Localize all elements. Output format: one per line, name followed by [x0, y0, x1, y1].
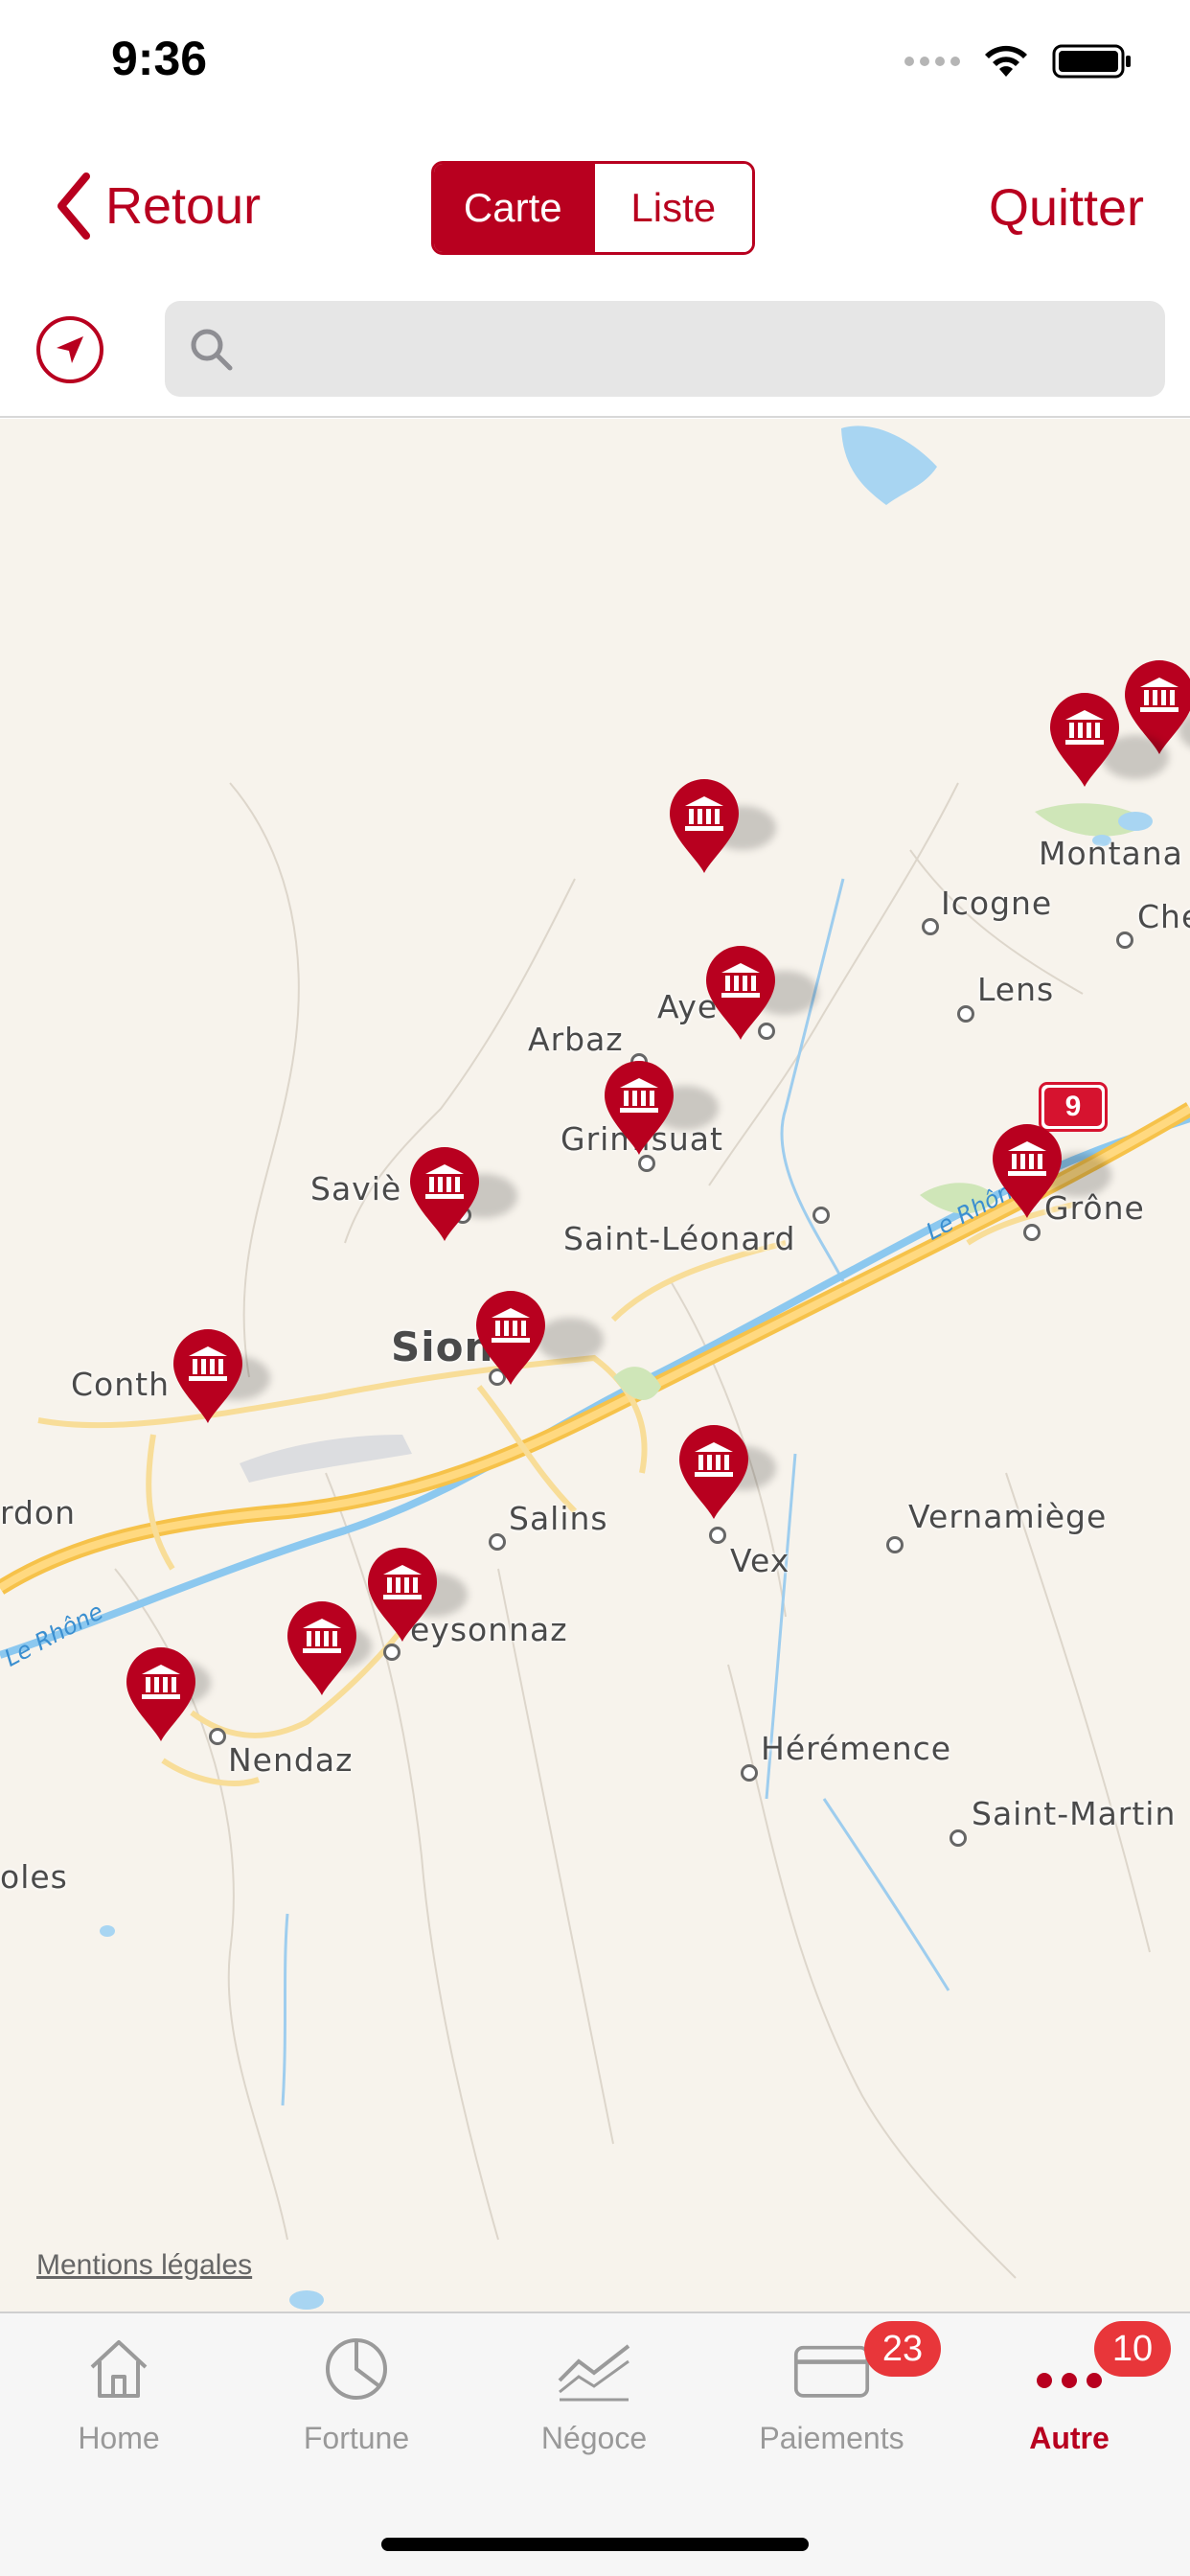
notification-badge: 10 [1094, 2321, 1171, 2377]
place-dot [741, 1764, 758, 1782]
status-indicators [904, 42, 1133, 80]
place-label: Hérémence [761, 1730, 952, 1767]
trend-chart-icon [556, 2331, 632, 2407]
view-segmented-control: Carte Liste [431, 161, 755, 255]
wifi-icon [985, 45, 1027, 77]
bank-pin[interactable] [125, 1647, 197, 1741]
bank-pin[interactable] [603, 1061, 675, 1155]
place-label: Arbaz [528, 1021, 624, 1058]
bank-pin[interactable] [408, 1147, 481, 1241]
place-label: Saint-Léonard [563, 1220, 796, 1257]
tab-paiements[interactable]: 23 Paiements [713, 2321, 950, 2474]
place-dot [383, 1644, 400, 1661]
legal-notice-link[interactable]: Mentions légales [36, 2249, 252, 2282]
map-view[interactable]: Le Rhône Le Rhône Montana Icogne Che Len… [0, 419, 1190, 2312]
place-dot [812, 1207, 830, 1224]
place-dot [1116, 932, 1133, 949]
place-dot [1023, 1224, 1041, 1241]
status-time: 9:36 [111, 32, 208, 85]
current-location-button[interactable] [36, 316, 103, 383]
place-label: Nendaz [228, 1741, 354, 1779]
location-arrow-icon [57, 336, 83, 363]
search-input[interactable] [251, 301, 1142, 397]
place-label: Vex [730, 1542, 790, 1579]
bank-pin[interactable] [172, 1329, 244, 1423]
place-label: Icogne [941, 885, 1053, 922]
bank-pin[interactable] [668, 779, 741, 873]
credit-card-icon [793, 2331, 870, 2407]
bank-pin[interactable] [366, 1548, 439, 1642]
place-label: oles [0, 1858, 68, 1896]
bank-pin[interactable] [677, 1425, 750, 1519]
cellular-signal-icon [904, 57, 960, 66]
search-row [0, 288, 1190, 418]
place-dot [209, 1728, 226, 1745]
place-label: rdon [0, 1494, 77, 1531]
tab-home[interactable]: Home [0, 2331, 238, 2474]
place-dot [957, 1005, 974, 1023]
chevron-left-icon [57, 172, 90, 240]
bank-pin[interactable] [474, 1291, 547, 1385]
place-label: Conth [71, 1366, 171, 1403]
search-icon [191, 329, 233, 371]
route-number: 9 [1044, 1088, 1102, 1126]
segment-carte[interactable]: Carte [434, 164, 592, 252]
place-dot [950, 1829, 967, 1847]
tab-negoce[interactable]: Négoce [475, 2331, 713, 2474]
place-dot [709, 1527, 726, 1544]
segment-liste[interactable]: Liste [591, 164, 752, 252]
tab-bar: Home Fortune Négoce 23 Paiements 10 Autr… [0, 2312, 1190, 2576]
bank-pin[interactable] [286, 1601, 358, 1695]
tab-label: Home [78, 2421, 160, 2455]
navigation-bar: Retour Carte Liste Quitter [0, 144, 1190, 278]
notification-badge: 23 [864, 2321, 941, 2377]
home-icon [80, 2331, 157, 2407]
quit-button[interactable]: Quitter [989, 178, 1144, 238]
tab-fortune[interactable]: Fortune [238, 2331, 475, 2474]
place-label: Saint-Martin [972, 1795, 1177, 1832]
back-button[interactable]: Retour [54, 172, 261, 240]
battery-icon [1052, 44, 1131, 79]
bank-pin[interactable] [704, 946, 777, 1040]
place-label: Vernamiège [908, 1498, 1108, 1535]
status-bar: 9:36 [0, 0, 1190, 125]
place-dot [886, 1536, 904, 1553]
tab-label: Autre [1029, 2421, 1110, 2455]
search-box [165, 301, 1165, 397]
home-indicator [381, 2538, 809, 2551]
place-label: Che [1137, 898, 1190, 935]
back-label: Retour [105, 177, 262, 235]
place-label: Salins [509, 1500, 608, 1537]
pie-chart-icon [318, 2331, 395, 2407]
tab-autre[interactable]: 10 Autre [950, 2321, 1188, 2474]
bank-pin[interactable] [991, 1124, 1064, 1218]
place-label: Lens [977, 971, 1055, 1008]
place-label: Saviè [310, 1170, 402, 1208]
place-dot [489, 1533, 506, 1551]
tab-label: Fortune [303, 2421, 410, 2455]
tab-label: Négoce [540, 2421, 648, 2455]
place-label: Montana [1039, 835, 1183, 872]
tab-label: Paiements [759, 2421, 904, 2455]
bank-pin[interactable] [1048, 693, 1121, 787]
place-dot [922, 918, 939, 935]
